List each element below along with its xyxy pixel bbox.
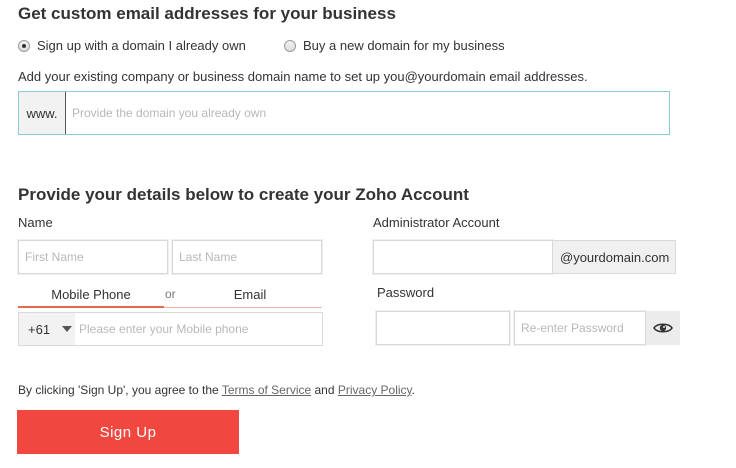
tab-active-underline [18,306,164,308]
country-code-value: +61 [28,321,51,337]
terms-suffix: . [411,383,416,397]
domain-input[interactable] [65,92,669,134]
privacy-policy-link[interactable]: Privacy Policy [338,383,412,397]
terms-text: By clicking 'Sign Up', you agree to the … [18,383,415,397]
radio-buy-label: Buy a new domain for my business [303,38,505,53]
password-input[interactable] [376,311,510,345]
last-name-input[interactable] [172,240,322,274]
tab-email[interactable]: Email [178,287,322,302]
admin-account-label: Administrator Account [373,215,500,230]
caret-down-icon [62,326,73,332]
terms-and: and [311,383,338,397]
admin-account-input[interactable] [373,240,553,274]
terms-of-service-link[interactable]: Terms of Service [222,383,311,397]
name-label: Name [18,215,53,230]
eye-icon [653,323,673,333]
first-name-input[interactable] [18,240,168,274]
domain-heading: Get custom email addresses for your busi… [18,4,396,23]
radio-buy-domain[interactable]: Buy a new domain for my business [284,38,505,53]
account-heading: Provide your details below to create you… [18,185,469,204]
terms-prefix: By clicking 'Sign Up', you agree to the [18,383,222,397]
tab-or-separator: or [165,287,176,301]
mobile-phone-input[interactable] [75,313,322,345]
radio-existing-domain[interactable]: Sign up with a domain I already own [18,38,246,53]
phone-field: +61 [18,312,323,346]
admin-domain-suffix: @yourdomain.com [553,240,676,274]
radio-existing-label: Sign up with a domain I already own [37,38,246,53]
domain-prefix: www. [19,92,65,134]
domain-description: Add your existing company or business do… [18,69,588,84]
reenter-password-input[interactable] [514,311,646,345]
country-code-select[interactable]: +61 [19,313,75,345]
password-label: Password [377,285,435,300]
radio-checked-icon[interactable] [18,39,30,52]
show-password-toggle[interactable] [646,311,680,345]
tab-mobile-phone[interactable]: Mobile Phone [18,287,164,302]
domain-field: www. [18,91,670,135]
sign-up-button[interactable]: Sign Up [17,410,239,454]
radio-unchecked-icon[interactable] [284,39,296,52]
